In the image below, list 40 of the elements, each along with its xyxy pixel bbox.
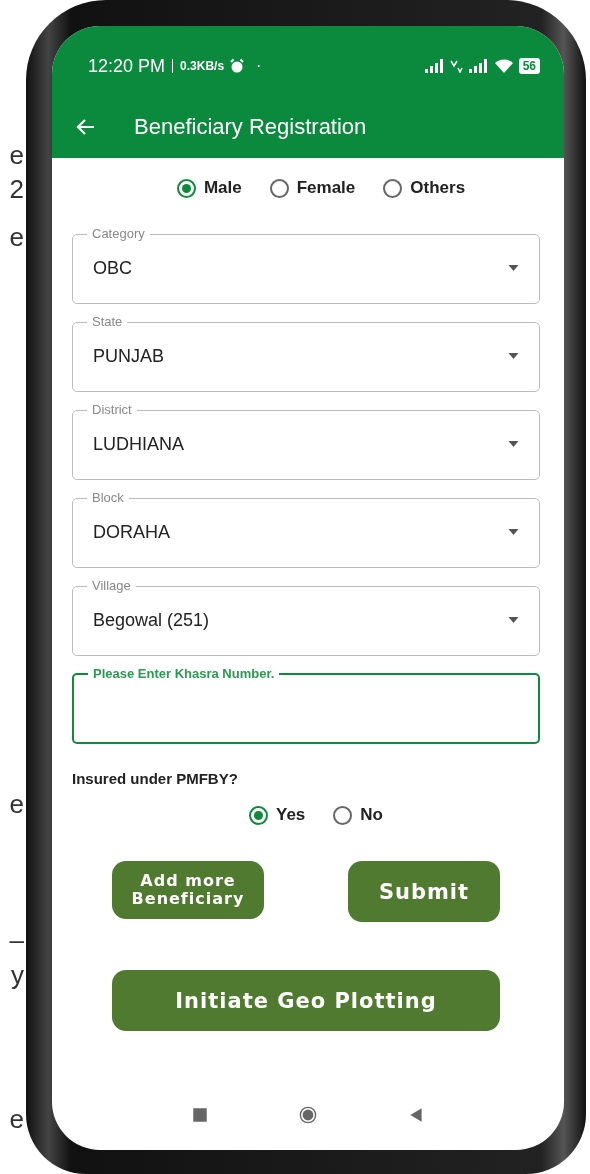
dropdown-field[interactable]: Block DORAHA bbox=[72, 490, 540, 568]
dropdown-field[interactable]: Category OBC bbox=[72, 226, 540, 304]
background-text: y bbox=[11, 962, 24, 988]
back-arrow-icon[interactable] bbox=[76, 117, 96, 137]
background-text: e bbox=[9, 1106, 24, 1132]
alarm-clock-icon bbox=[229, 58, 246, 74]
add-more-beneficiary-button[interactable]: Add more Beneficiary bbox=[112, 861, 264, 919]
background-text: e bbox=[9, 142, 24, 168]
home-circle-icon[interactable] bbox=[299, 1106, 317, 1124]
signal-icon bbox=[468, 59, 489, 73]
background-text: e bbox=[9, 224, 24, 250]
gender-radio[interactable]: Female bbox=[269, 178, 356, 198]
dropdown-caret-icon bbox=[508, 265, 519, 271]
signal-icon bbox=[424, 59, 445, 73]
dropdown-field[interactable]: District LUDHIANA bbox=[72, 402, 540, 480]
insurance-radio[interactable]: Yes bbox=[249, 805, 306, 825]
battery-level: 56 bbox=[518, 58, 540, 74]
background-text: 2 bbox=[9, 176, 24, 202]
wifi-icon bbox=[493, 58, 514, 74]
screen-title: Beneficiary Registration bbox=[134, 114, 367, 140]
vowifi-icon bbox=[449, 59, 464, 73]
dropdown-field[interactable]: State PUNJAB bbox=[72, 314, 540, 392]
network-speed: 0.3KB/s bbox=[180, 59, 225, 73]
status-dot: · bbox=[256, 57, 262, 75]
dropdown-caret-icon bbox=[508, 353, 519, 359]
input-field[interactable]: Please Enter Khasra Number. bbox=[72, 666, 540, 744]
dropdown-caret-icon bbox=[508, 529, 519, 535]
status-time: 12:20 PM bbox=[88, 55, 166, 77]
gender-radio[interactable]: Others bbox=[383, 178, 466, 198]
insurance-radio[interactable]: No bbox=[333, 805, 383, 825]
dropdown-caret-icon bbox=[508, 617, 519, 623]
geo-plotting-button[interactable]: Initiate Geo Plotting bbox=[112, 970, 500, 1031]
background-text: e bbox=[9, 791, 24, 817]
gender-radio[interactable]: Male bbox=[176, 178, 242, 198]
submit-button[interactable]: Submit bbox=[348, 861, 500, 922]
question-label: Insured under PMFBY? bbox=[72, 770, 239, 787]
background-text: – bbox=[9, 927, 24, 953]
recents-square-icon[interactable] bbox=[191, 1106, 209, 1124]
dropdown-field[interactable]: Village Begowal (251) bbox=[72, 578, 540, 656]
dropdown-caret-icon bbox=[508, 441, 519, 447]
